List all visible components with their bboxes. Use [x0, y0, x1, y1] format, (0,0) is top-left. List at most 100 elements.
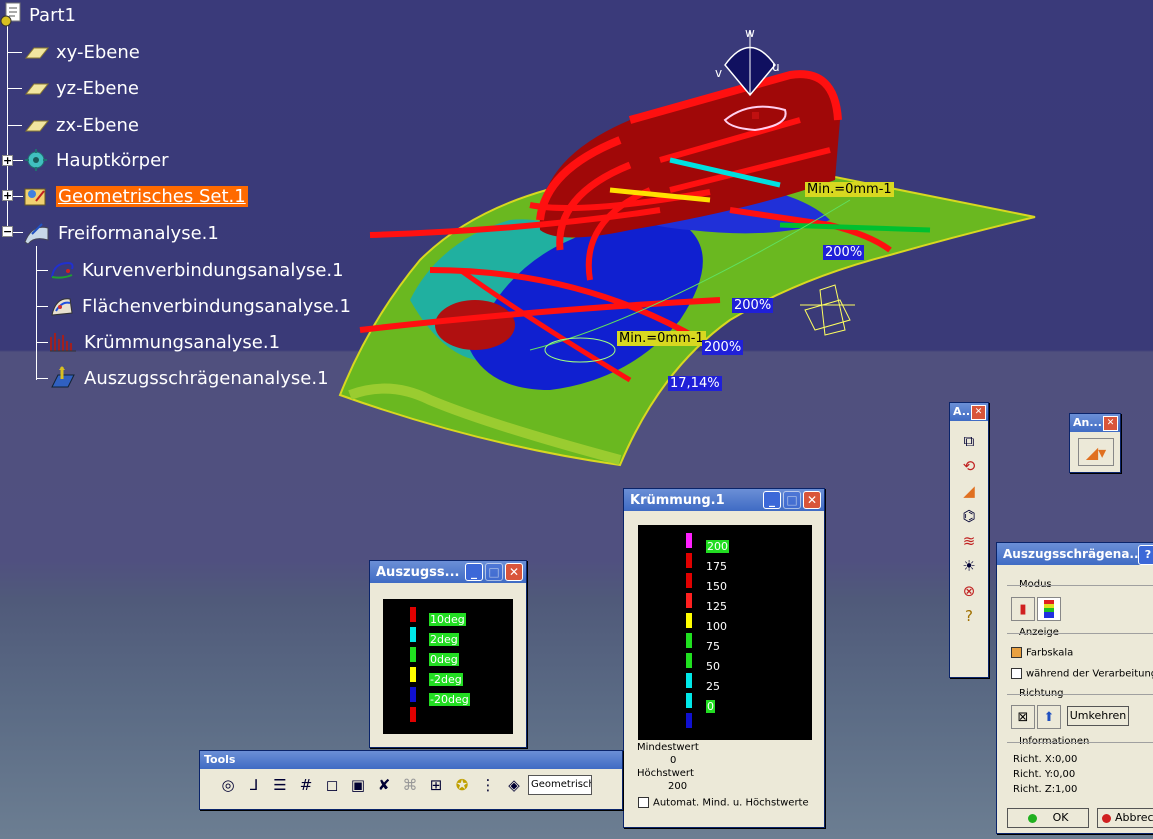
- tree-item-zx-plane[interactable]: zx-Ebene: [22, 112, 139, 138]
- while-running-checkbox[interactable]: während der Verarbeitung: [1011, 668, 1153, 680]
- ok-button[interactable]: OK: [1007, 808, 1089, 828]
- analysis-vertical-toolbar[interactable]: A... ✕ ⧉ ⟲ ◢ ⌬ ≋ ☀ ⊗ ?: [949, 402, 989, 678]
- tools-toolbar[interactable]: Tools ◎ ⅃ ☰ # ◻ ▣ ✘ ⌘ ⊞ ✪ ⋮ ◈ Geometrisc…: [199, 750, 623, 810]
- expand-plus-icon[interactable]: +: [2, 155, 13, 166]
- quick-mode-icon[interactable]: ▮: [1011, 597, 1035, 621]
- ok-icon: [1027, 813, 1037, 823]
- maximize-button[interactable]: □: [783, 491, 801, 509]
- color-swatch: [410, 707, 416, 722]
- tree-item-main-body[interactable]: Hauptkörper: [22, 147, 169, 173]
- cancel-button[interactable]: Abbrech: [1097, 808, 1153, 828]
- curvature-scale-window[interactable]: Krümmung.1 _ □ ✕ 200 175 150 125 100 75 …: [623, 488, 825, 828]
- checkbox-label: Automat. Mind. u. Höchstwerte: [653, 797, 809, 809]
- direction-y-value: Richt. Y:0,00: [1013, 769, 1076, 780]
- color-swatch: [686, 693, 692, 708]
- close-button[interactable]: ✕: [971, 405, 986, 420]
- color-swatch: [410, 647, 416, 662]
- reverse-button[interactable]: Umkehren: [1067, 706, 1129, 726]
- tree-item-curve-connection-analysis[interactable]: Kurvenverbindungsanalyse.1: [48, 257, 344, 283]
- surface-connection-icon[interactable]: ⧉: [957, 429, 981, 453]
- tree-root-label: Part1: [29, 4, 76, 26]
- list-icon[interactable]: ⋮: [476, 773, 500, 797]
- curve-connection-icon[interactable]: ⟲: [957, 454, 981, 478]
- tree-item-label: Auszugsschrägenanalyse.1: [84, 367, 329, 389]
- tree-item-label: yz-Ebene: [56, 77, 139, 99]
- min-value: 0: [670, 755, 677, 766]
- scale-label: 25: [706, 680, 720, 693]
- color-swatch: [686, 593, 692, 608]
- axis-red-icon[interactable]: ✘: [372, 773, 396, 797]
- tree-structure-icon[interactable]: ☰: [268, 773, 292, 797]
- tree-root[interactable]: Part1: [0, 2, 76, 28]
- color-swatch: [686, 573, 692, 588]
- color-scale-checkbox[interactable]: Farbskala: [1011, 647, 1073, 659]
- freeform-analysis-icon: [24, 223, 49, 245]
- scale-label: -2deg: [429, 673, 463, 686]
- help-icon[interactable]: ?: [1138, 545, 1153, 565]
- curvature-analysis-icon[interactable]: ≋: [957, 529, 981, 553]
- color-swatch: [686, 633, 692, 648]
- draft-analysis-dialog[interactable]: Auszugsschrägena... ? Modus ▮ Anzeige Fa…: [996, 542, 1153, 834]
- full-mode-icon[interactable]: [1037, 597, 1061, 621]
- tree-item-freeform-analysis[interactable]: Freiformanalyse.1: [22, 220, 219, 246]
- minimize-button[interactable]: _: [465, 563, 483, 581]
- tree-item-surface-connection-analysis[interactable]: Flächenverbindungsanalyse.1: [48, 293, 351, 319]
- tree-item-yz-plane[interactable]: yz-Ebene: [22, 75, 139, 101]
- color-swatch: [410, 687, 416, 702]
- draft-scale-window[interactable]: Auszugss... _ □ ✕ 10deg 2deg 0deg -2deg …: [369, 560, 527, 748]
- layers-icon[interactable]: ◈: [502, 773, 526, 797]
- tree-item-geometric-set[interactable]: Geometrisches Set.1: [22, 183, 248, 209]
- scale-label: -20deg: [429, 693, 470, 706]
- tree-branch: [36, 342, 48, 343]
- collapse-minus-icon[interactable]: −: [2, 226, 13, 237]
- color-swatch: [410, 607, 416, 622]
- expand-plus-icon[interactable]: +: [2, 190, 13, 201]
- draft-analysis-icon[interactable]: ◢: [957, 479, 981, 503]
- geometric-set-combo[interactable]: Geometrisch: [528, 775, 592, 795]
- draft-dialog-titlebar[interactable]: Auszugsschrägena... ?: [997, 543, 1153, 565]
- light-icon[interactable]: ☀: [957, 554, 981, 578]
- vtoolbar-titlebar: A... ✕: [950, 403, 988, 421]
- close-button[interactable]: ✕: [803, 491, 821, 509]
- close-button[interactable]: ✕: [505, 563, 523, 581]
- checkbox-box[interactable]: [1011, 668, 1022, 679]
- tree-item-curvature-analysis[interactable]: Krümmungsanalyse.1: [48, 329, 280, 355]
- 3d-box-icon[interactable]: ◻: [320, 773, 344, 797]
- cancel-label: Abbrech: [1115, 811, 1153, 824]
- axis-system-icon[interactable]: ⅃: [242, 773, 266, 797]
- draft-scale-titlebar[interactable]: Auszugss... _ □ ✕: [370, 561, 526, 583]
- minimize-button[interactable]: _: [763, 491, 781, 509]
- yellow-tool-icon[interactable]: ✪: [450, 773, 474, 797]
- window-title: Krümmung.1: [630, 492, 725, 508]
- an-toolbar[interactable]: An... ✕ ◢▾: [1069, 413, 1121, 473]
- maximize-button[interactable]: □: [485, 563, 503, 581]
- disabled-tool-icon[interactable]: ⌘: [398, 773, 422, 797]
- tree-branch: [8, 88, 22, 89]
- hierarchy-icon[interactable]: ⊞: [424, 773, 448, 797]
- tree-item-xy-plane[interactable]: xy-Ebene: [22, 39, 140, 65]
- tree-item-label: Hauptkörper: [56, 149, 169, 171]
- checkbox-box[interactable]: [1011, 647, 1022, 658]
- close-button[interactable]: ✕: [1103, 416, 1118, 431]
- compass-direction-icon[interactable]: ⬆: [1037, 705, 1061, 729]
- checkbox-box[interactable]: [638, 797, 649, 808]
- scale-label: 200: [706, 540, 729, 553]
- auto-minmax-checkbox[interactable]: Automat. Mind. u. Höchstwerte: [638, 797, 809, 809]
- tree-line: [36, 246, 37, 380]
- group-line: [1007, 694, 1153, 695]
- tree-item-draft-analysis[interactable]: Auszugsschrägenanalyse.1: [48, 365, 329, 391]
- mapping-icon[interactable]: ⌬: [957, 504, 981, 528]
- 3d-viewport[interactable]: w v u Min.=0mm-1 Min.=0mm-1 200% 200% 20…: [330, 20, 1050, 480]
- grid-icon[interactable]: #: [294, 773, 318, 797]
- spiral-icon[interactable]: ◎: [216, 773, 240, 797]
- tree-item-label: Freiformanalyse.1: [58, 222, 219, 244]
- lock-direction-icon[interactable]: ⊠: [1011, 705, 1035, 729]
- color-swatch: [410, 627, 416, 642]
- draft-analysis-dropdown-icon[interactable]: ◢▾: [1078, 438, 1114, 466]
- cube-icon[interactable]: ▣: [346, 773, 370, 797]
- min-label: Min.=0mm-1: [617, 331, 706, 346]
- plane-icon: [24, 83, 50, 95]
- help-icon[interactable]: ?: [957, 604, 981, 628]
- removal-icon[interactable]: ⊗: [957, 579, 981, 603]
- curvature-titlebar[interactable]: Krümmung.1 _ □ ✕: [624, 489, 824, 511]
